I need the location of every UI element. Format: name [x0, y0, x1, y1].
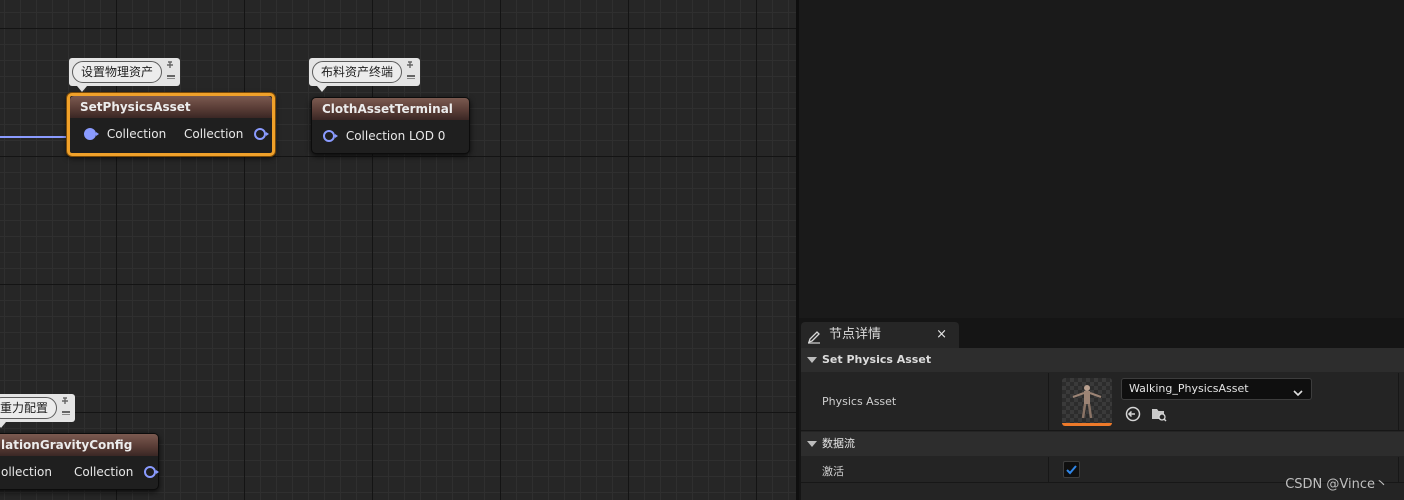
tab-node-details[interactable]: 节点详情 × [801, 322, 959, 348]
pin-icon[interactable] [254, 128, 270, 140]
checkmark-icon [1066, 465, 1077, 475]
physics-asset-dropdown[interactable]: Walking_PhysicsAsset [1121, 378, 1312, 400]
collapse-arrow-icon[interactable] [807, 357, 817, 363]
column-splitter[interactable] [1048, 457, 1049, 482]
pin-label: ollection [1, 465, 52, 479]
collapse-arrow-icon[interactable] [807, 441, 817, 447]
node-title: ClothAssetTerminal [312, 98, 469, 120]
comment-text: 设置物理资产 [72, 61, 163, 83]
pin-label: Collection [184, 127, 244, 141]
pin-icon[interactable] [84, 128, 99, 140]
section-header-dataflow[interactable]: 数据流 [801, 432, 1404, 456]
browse-to-asset-icon[interactable] [1150, 405, 1168, 423]
node-comment-gravity-config[interactable]: 重力配置 [0, 394, 76, 428]
node-title: lationGravityConfig [0, 434, 158, 456]
comment-pin-icon[interactable] [165, 60, 177, 82]
asset-thumbnail[interactable] [1062, 378, 1112, 426]
active-checkbox[interactable] [1063, 461, 1080, 478]
node-comment-set-physics-asset[interactable]: 设置物理资产 [69, 58, 181, 92]
chevron-down-icon [1293, 384, 1303, 397]
section-label: 数据流 [822, 437, 855, 450]
section-header-set-physics-asset[interactable]: Set Physics Asset [801, 348, 1404, 372]
pin-label: Collection [74, 465, 134, 479]
comment-pin-icon[interactable] [405, 60, 417, 82]
pin-label: Collection LOD 0 [345, 129, 446, 143]
tab-label: 节点详情 [829, 327, 882, 342]
output-pin-collection[interactable]: Collection [74, 464, 160, 480]
column-splitter[interactable] [1048, 373, 1049, 430]
column-splitter[interactable] [1398, 373, 1399, 430]
pin-icon[interactable] [144, 466, 160, 478]
edit-pencil-icon [807, 328, 821, 344]
close-icon[interactable]: × [936, 322, 947, 348]
node-gravity-config[interactable]: lationGravityConfig ollection Collection [0, 433, 160, 490]
watermark-text: CSDN @Vince丶 [1285, 477, 1388, 492]
node-comment-cloth-asset-terminal[interactable]: 布料资产终端 [309, 58, 421, 92]
node-set-physics-asset[interactable]: SetPhysicsAsset Collection Collection [67, 93, 275, 156]
node-title: SetPhysicsAsset [70, 96, 272, 118]
pin-icon[interactable] [323, 130, 338, 142]
comment-pin-icon[interactable] [60, 396, 72, 418]
property-label: 激活 [822, 465, 844, 478]
dropdown-value: Walking_PhysicsAsset [1129, 382, 1249, 395]
node-cloth-asset-terminal[interactable]: ClothAssetTerminal Collection LOD 0 [311, 97, 470, 154]
input-pin-collection[interactable]: ollection [1, 464, 52, 480]
empty-viewport-area [799, 0, 1404, 318]
character-mannequin-icon [1072, 385, 1102, 419]
input-pin-collection[interactable]: Collection [84, 126, 166, 142]
input-pin-collection-lod0[interactable]: Collection LOD 0 [323, 128, 445, 144]
property-label: Physics Asset [822, 395, 897, 408]
use-selected-asset-icon[interactable] [1124, 405, 1142, 423]
column-splitter[interactable] [1398, 457, 1399, 482]
section-label: Set Physics Asset [822, 353, 932, 366]
property-row-physics-asset: Physics Asset Walking_PhysicsAsset [801, 373, 1404, 431]
pin-label: Collection [106, 127, 167, 141]
comment-text: 布料资产终端 [312, 61, 403, 83]
dataflow-graph-canvas[interactable]: 设置物理资产 SetPhysicsAsset Collection Collec… [0, 0, 796, 500]
output-pin-collection[interactable]: Collection [184, 126, 270, 142]
comment-text: 重力配置 [0, 397, 58, 419]
